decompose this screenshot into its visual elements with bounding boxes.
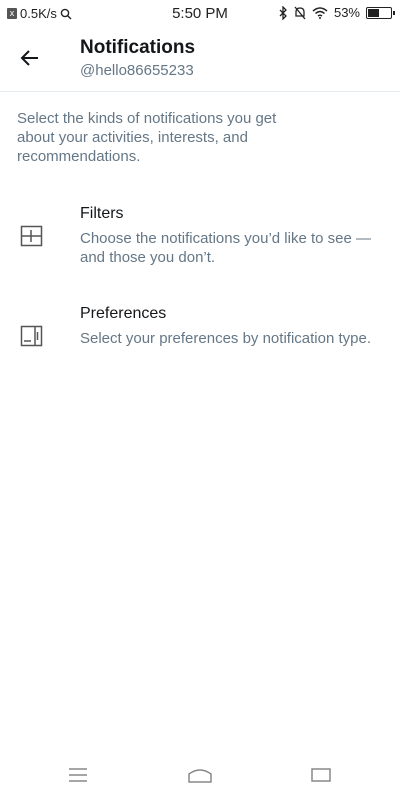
preferences-row[interactable]: Preferences Select your preferences by n… bbox=[0, 305, 400, 375]
filter-icon bbox=[20, 225, 43, 247]
back-arrow-icon bbox=[20, 50, 38, 66]
home-button[interactable] bbox=[185, 762, 215, 788]
battery-level bbox=[368, 8, 379, 17]
status-bar: x 0.5K/s 5:50 PM 53% bbox=[0, 0, 400, 28]
back-button[interactable] bbox=[19, 47, 41, 69]
mute-bell-icon bbox=[294, 6, 306, 19]
preferences-icon bbox=[20, 325, 43, 347]
status-right: 53% bbox=[279, 5, 395, 20]
preferences-title: Preferences bbox=[80, 305, 167, 322]
menu-icon bbox=[69, 768, 87, 782]
bluetooth-icon bbox=[279, 5, 287, 20]
recents-button[interactable] bbox=[306, 762, 336, 788]
recents-icon bbox=[311, 768, 331, 782]
filters-title: Filters bbox=[80, 205, 124, 222]
home-icon bbox=[188, 769, 212, 783]
account-handle: @hello86655233 bbox=[80, 62, 194, 79]
system-nav-bar bbox=[0, 750, 400, 800]
battery-percent: 53% bbox=[333, 5, 360, 20]
preferences-description: Select your preferences by notification … bbox=[80, 330, 371, 347]
battery-icon bbox=[366, 6, 395, 19]
wifi-icon bbox=[312, 6, 328, 19]
intro-text: Select the kinds of notifications you ge… bbox=[17, 110, 277, 165]
header-divider bbox=[0, 91, 400, 92]
page-title: Notifications bbox=[80, 37, 196, 58]
filters-description: Choose the notifications you’d like to s… bbox=[80, 230, 371, 266]
menu-button[interactable] bbox=[63, 762, 93, 788]
filters-row[interactable]: Filters Choose the notifications you’d l… bbox=[0, 205, 400, 275]
